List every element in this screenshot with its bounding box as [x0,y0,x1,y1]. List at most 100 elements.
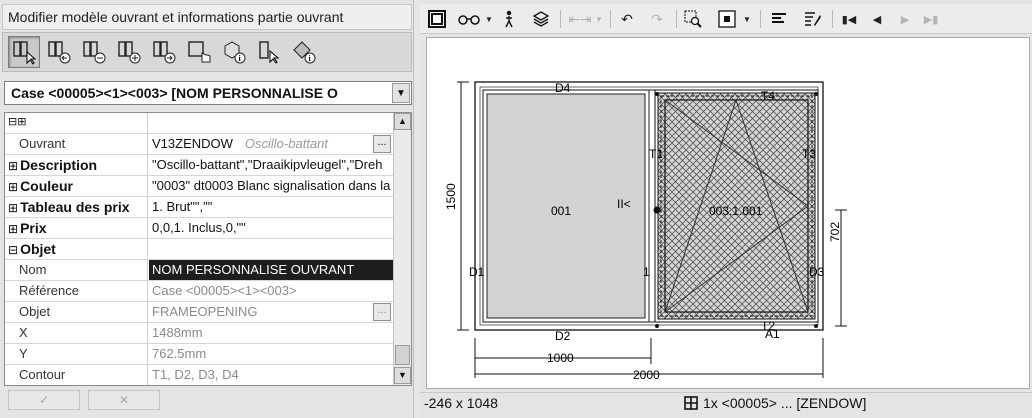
property-name: ⊟ Objet [5,239,148,259]
grid-property-row[interactable]: Y 762.5mm [5,344,393,365]
property-name: X [5,323,148,343]
glasses-view-icon[interactable] [456,8,482,30]
case-dropdown[interactable]: Case <00005><1><003> [NOM PERSONNALISE O… [4,81,412,105]
property-value[interactable]: FRAMEOPENING... [149,302,393,322]
ok-button[interactable]: ✓ [8,390,80,410]
grid-property-row[interactable]: Nom NOM PERSONNALISE OUVRANT [5,260,393,281]
paint-info-icon[interactable]: i [288,36,320,68]
property-name-text: Y [19,346,28,361]
grid-category-row[interactable]: ⊟ Objet [5,239,393,260]
grid-property-row[interactable]: Ouvrant V13ZENDOW Oscillo-battant... [5,134,393,155]
grid-property-row[interactable]: X 1488mm [5,323,393,344]
property-value[interactable]: "Oscillo-battant","Draaikipvleugel","Dre… [149,155,393,175]
label-d1: D1 [469,265,485,279]
property-value[interactable]: NOM PERSONNALISE OUVRANT [149,260,393,280]
property-name-text: Contour [19,367,66,382]
redo-icon[interactable]: ↷ [646,8,668,30]
mullion [648,89,656,323]
frame-view-icon[interactable] [426,8,448,30]
property-name-text: Description [20,157,98,173]
browse-ellipsis-button[interactable]: ... [373,303,391,321]
dimension-width-icon[interactable]: ⇤⇥ [568,8,592,30]
view-dropdown-chevron-icon[interactable]: ▼ [484,8,494,30]
property-value-text: 762.5mm [152,346,207,361]
grid-category-row[interactable]: ⊞ Tableau des prix 1. Brut"","" [5,197,393,218]
property-name-text: Couleur [20,178,73,194]
dim-sash-height-label: 702 [828,222,842,242]
cancel-button[interactable]: ✕ [88,390,160,410]
property-value-text: 1488mm [152,325,203,340]
scroll-up-icon[interactable]: ▲ [394,113,411,130]
property-value-text: 1. Brut"","" [152,199,213,214]
property-value[interactable]: 1. Brut"","" [149,197,393,217]
cursor-coordinates: -246 x 1048 [424,395,498,411]
sash-add-icon[interactable] [113,36,145,68]
grid-category-row[interactable]: ⊞ Description "Oscillo-battant","Draaikipv… [5,155,393,176]
label-t3: T3 [802,147,816,161]
panel-title: Modifier modèle ouvrant et informations … [2,4,412,30]
label-t4: T4 [761,89,775,103]
property-value[interactable]: "0003" dt0003 Blanc signalisation dans l… [149,176,393,196]
property-value[interactable]: V13ZENDOW Oscillo-battant... [149,134,393,154]
collapse-icon[interactable]: ⊟ [8,243,18,257]
browse-ellipsis-button[interactable]: ... [373,135,391,153]
edit-list-icon[interactable] [802,8,824,30]
expand-icon[interactable]: ⊞ [8,159,18,173]
expand-icon[interactable]: ⊞ [8,180,18,194]
label-d4: D4 [555,81,571,95]
person-icon[interactable] [500,8,518,30]
expand-icon[interactable]: ⊞ [8,201,18,215]
sash-pointer-icon[interactable] [253,36,285,68]
property-name: Objet [5,302,148,322]
property-name-text: Objet [20,241,56,257]
align-left-icon[interactable] [768,8,790,30]
sash-next-icon[interactable] [148,36,180,68]
expand-icon[interactable]: ⊞ [8,222,18,236]
scroll-thumb[interactable] [395,345,410,365]
property-value[interactable]: T1, D2, D3, D4 [149,365,393,385]
property-grid: ⊟⊞ Ouvrant V13ZENDOW Oscillo-battant... ⊞ De… [4,112,412,386]
property-value[interactable]: 0,0,1. Inclus,0,"" [149,218,393,238]
zoom-area-icon[interactable] [682,8,704,30]
pick-hand-icon[interactable] [183,36,215,68]
next-record-icon[interactable]: ▶ [894,8,916,30]
layers-icon[interactable] [530,8,552,30]
grid-property-row[interactable]: Référence Case <00005><1><003> [5,281,393,302]
last-record-icon[interactable]: ▶▮ [920,8,942,30]
select-sash-icon[interactable] [8,36,40,68]
case-dropdown-label: Case <00005><1><003> [NOM PERSONNALISE O [11,85,338,101]
window-drawing-canvas[interactable]: D4 D1 D2 D3 T4 T1 T3 T2 A1 1 II< 001 003… [426,37,1030,389]
property-value-text: 0,0,1. Inclus,0,"" [152,220,246,235]
scroll-down-icon[interactable]: ▼ [394,367,411,384]
sash-previous-icon[interactable] [43,36,75,68]
fit-view-icon[interactable] [716,8,738,30]
height-dimension: 1500 [444,81,469,331]
sash-remove-icon[interactable] [78,36,110,68]
chevron-down-icon[interactable]: ▼ [392,83,410,103]
property-value-text: "0003" dt0003 Blanc signalisation dans l… [152,178,391,193]
first-record-icon[interactable]: ▮◀ [838,8,860,30]
undo-icon[interactable]: ↶ [616,8,638,30]
property-name-text: Objet [19,304,51,319]
grid-scrollbar[interactable]: ▲ ▼ [393,113,411,385]
property-name-text: X [19,325,28,340]
grid-property-row[interactable]: Objet FRAMEOPENING... [5,302,393,323]
previous-record-icon[interactable]: ◀ [866,8,888,30]
property-value[interactable]: 1488mm [149,323,393,343]
object-info-icon[interactable]: i [218,36,250,68]
grid-property-row[interactable]: Contour T1, D2, D3, D4 [5,365,393,385]
property-name-text: Nom [19,262,47,277]
expand-collapse-all-icon[interactable]: ⊟⊞ [5,113,148,133]
property-value[interactable]: 762.5mm [149,344,393,364]
property-value[interactable]: Case <00005><1><003> [149,281,393,301]
property-name-text: Ouvrant [19,136,66,151]
fit-dropdown-chevron-icon[interactable]: ▼ [742,8,752,30]
dimension-dropdown-chevron-icon[interactable]: ▼ [594,8,604,30]
grid-category-row[interactable]: ⊞ Prix 0,0,1. Inclus,0,"" [5,218,393,239]
property-name: Y [5,344,148,364]
grid-header-row: ⊟⊞ [5,113,393,134]
label-left-pane: 001 [551,204,571,218]
grid-category-row[interactable]: ⊞ Couleur "0003" dt0003 Blanc signalisatio… [5,176,393,197]
property-name: Nom [5,260,148,280]
property-value[interactable] [149,239,393,259]
